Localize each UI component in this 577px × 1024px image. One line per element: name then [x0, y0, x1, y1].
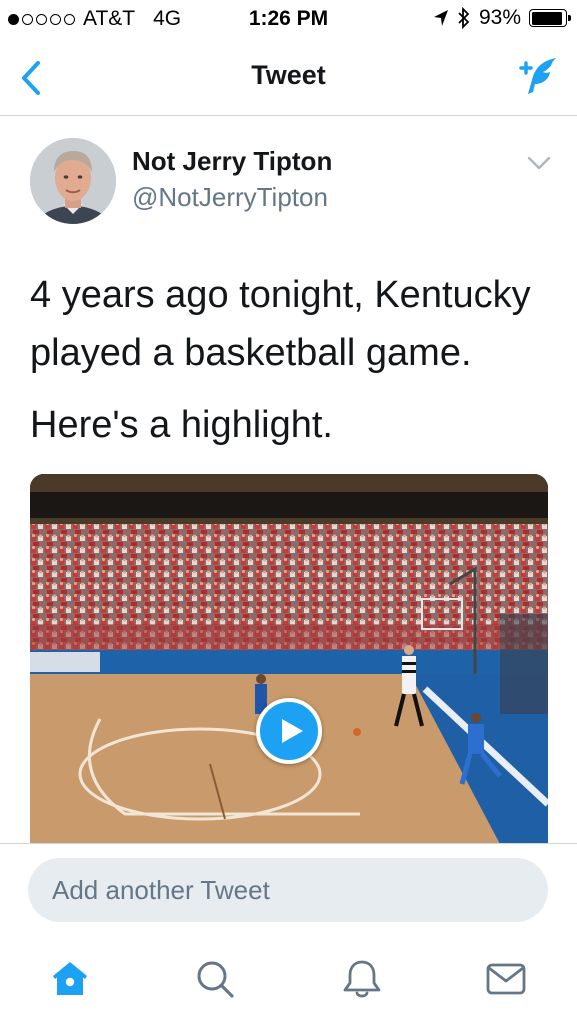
compose-tweet-icon — [519, 58, 556, 94]
author-name[interactable]: Not Jerry Tipton — [132, 146, 332, 177]
tweet-options-button[interactable] — [526, 154, 552, 172]
avatar[interactable] — [30, 138, 116, 224]
bluetooth-icon — [458, 7, 470, 29]
chevron-left-icon — [22, 61, 40, 95]
tab-search[interactable] — [193, 957, 237, 1001]
video-thumbnail — [30, 474, 548, 844]
chevron-down-icon — [527, 156, 551, 170]
tweet-text: 4 years ago tonight, Kentucky played a b… — [30, 266, 560, 454]
reply-bar — [0, 843, 577, 935]
tab-notifications[interactable] — [340, 957, 384, 1001]
tab-bar — [0, 935, 577, 1024]
tweet-text-line: Here's a highlight. — [30, 404, 333, 446]
tab-home[interactable] — [48, 957, 92, 1001]
status-right: 93% — [433, 6, 571, 30]
status-bar: AT&T 4G 1:26 PM 93% — [0, 0, 577, 38]
compose-tweet-button[interactable] — [515, 54, 559, 98]
battery-percent: 93% — [478, 6, 521, 29]
play-icon — [282, 719, 303, 743]
author-avatar-photo — [30, 138, 116, 224]
battery-icon — [529, 9, 571, 27]
author-handle[interactable]: @NotJerryTipton — [132, 182, 328, 213]
tweet-video[interactable] — [30, 474, 548, 844]
add-tweet-input[interactable] — [28, 858, 548, 922]
tab-messages[interactable] — [484, 957, 528, 1001]
navigation-bar: Tweet — [0, 38, 577, 116]
tweet-text-line: 4 years ago tonight, Kentucky played a b… — [30, 274, 531, 374]
location-arrow-icon — [433, 10, 448, 26]
search-icon — [197, 961, 234, 998]
play-button[interactable] — [256, 698, 322, 764]
notifications-bell-icon — [343, 960, 381, 998]
page-title: Tweet — [251, 60, 326, 90]
home-icon — [53, 962, 87, 995]
messages-envelope-icon — [486, 963, 526, 995]
back-button[interactable] — [18, 60, 48, 96]
